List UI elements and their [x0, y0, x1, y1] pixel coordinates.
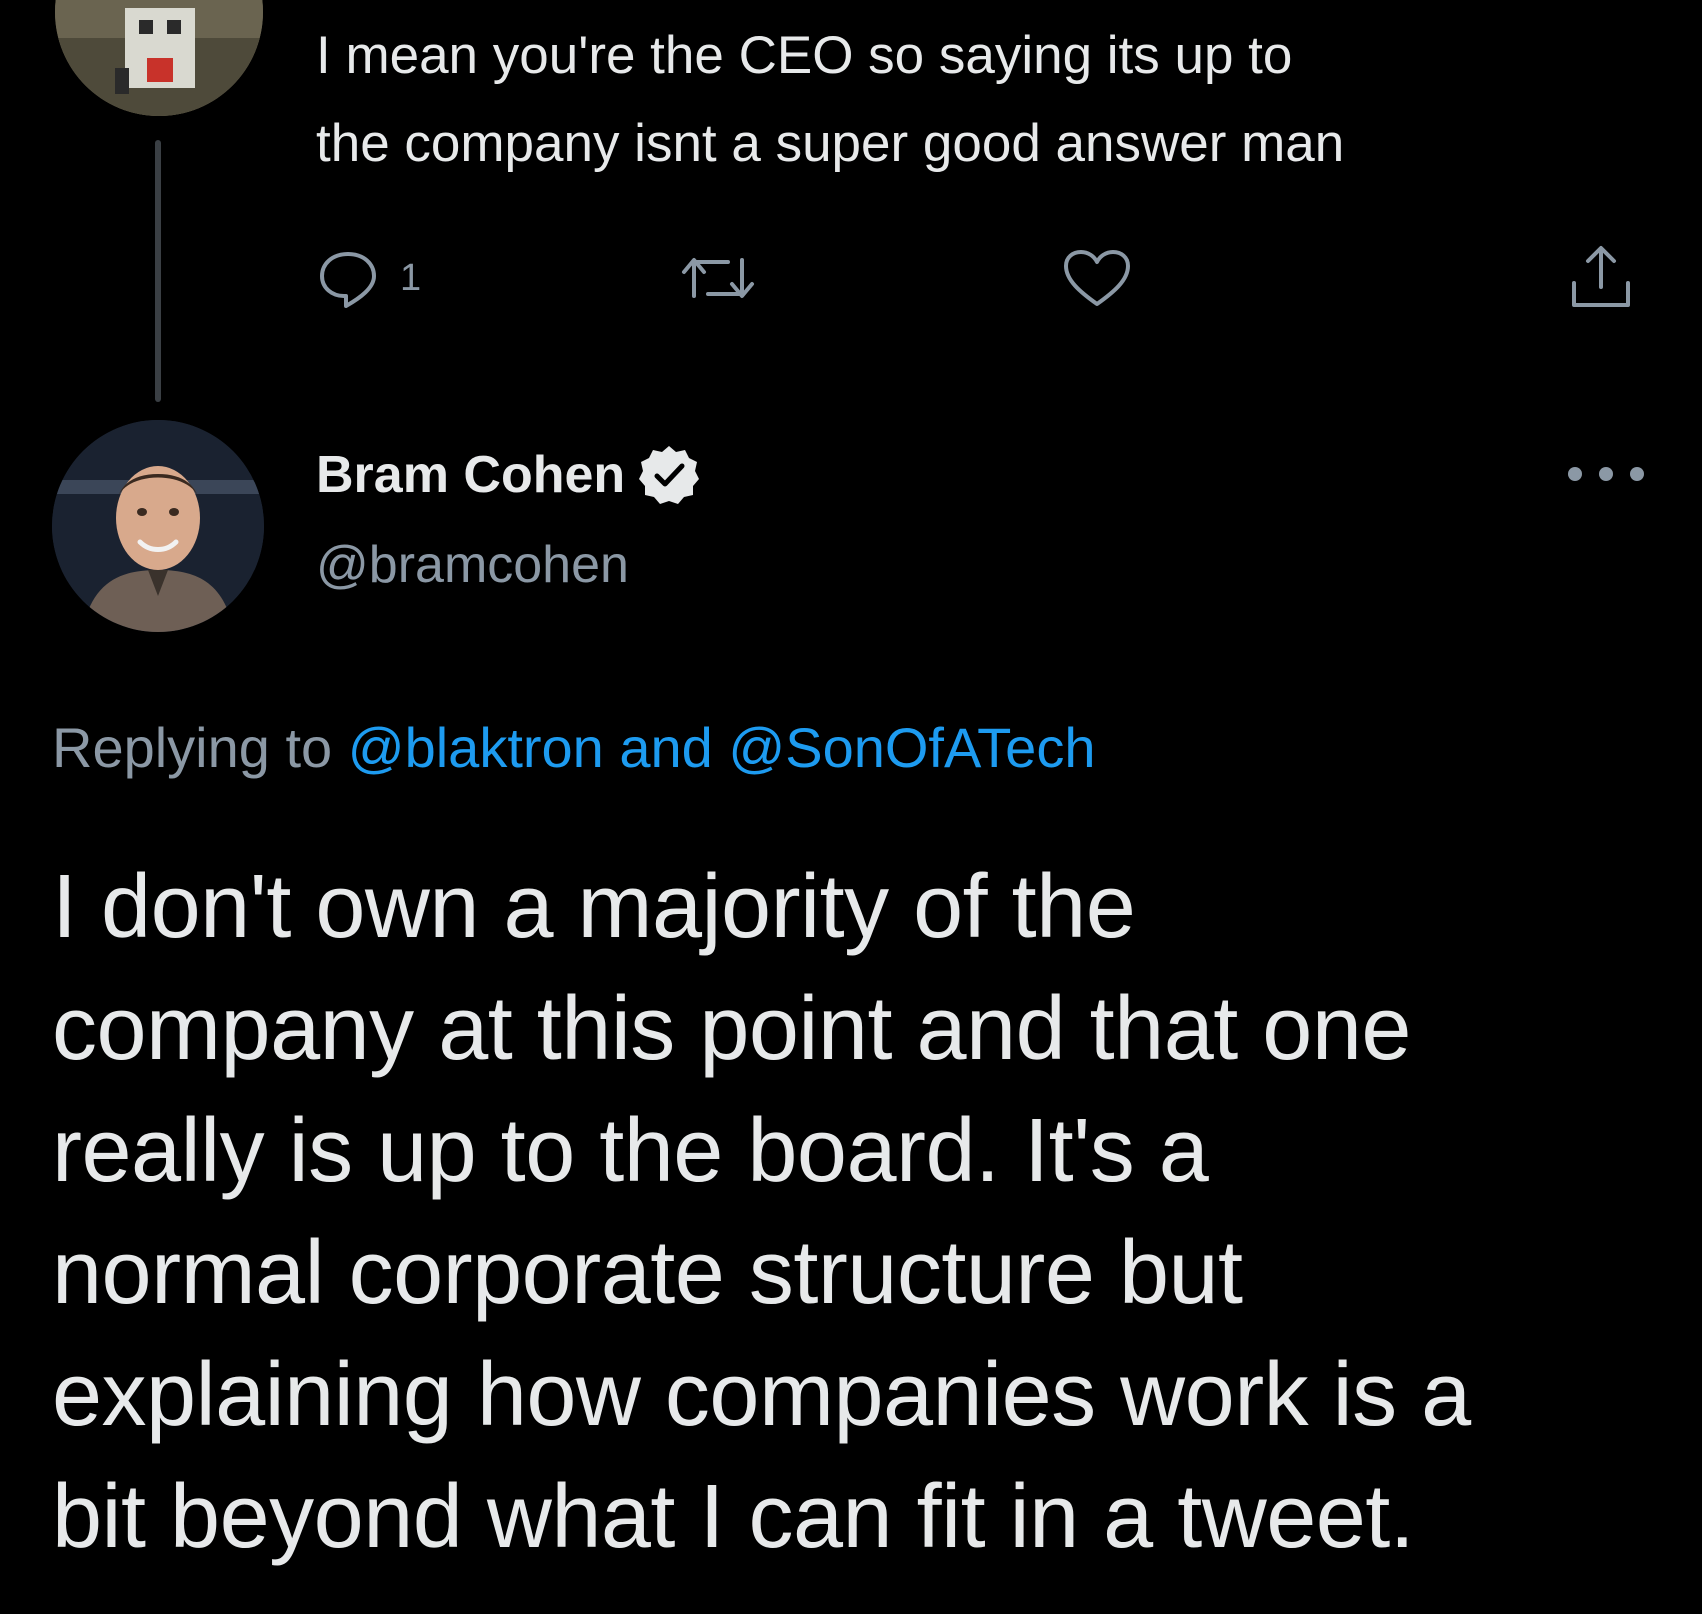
- thread-connector-line: [155, 140, 161, 402]
- mention-link-sonofatech[interactable]: @SonOfATech: [728, 716, 1095, 779]
- tweet-body-line: explaining how companies work is a: [52, 1345, 1471, 1445]
- tweet-body-line: I don't own a majority of the: [52, 857, 1136, 957]
- mention-link-blaktron[interactable]: @blaktron: [348, 716, 604, 779]
- more-options-icon: [1630, 467, 1644, 481]
- tweet-body-line: normal corporate structure but: [52, 1223, 1243, 1323]
- reply-count: 1: [400, 256, 422, 299]
- share-icon: [1572, 246, 1630, 307]
- heart-icon: [1064, 250, 1130, 306]
- author-name-row[interactable]: Bram Cohen: [316, 440, 701, 510]
- author-display-name[interactable]: Bram Cohen: [316, 445, 625, 505]
- tweet-body-line: bit beyond what I can fit in a tweet.: [52, 1467, 1415, 1567]
- tweet-body-line: company at this point and that one: [52, 979, 1411, 1079]
- previous-tweet-line: the company isnt a super good answer man: [316, 114, 1345, 173]
- reply-icon: [320, 252, 376, 308]
- user-avatar-icon: [55, 0, 263, 116]
- replying-joiner[interactable]: and: [604, 716, 729, 779]
- author-handle[interactable]: @bramcohen: [316, 530, 629, 600]
- previous-tweet-line: I mean you're the CEO so saying its up t…: [316, 26, 1293, 85]
- tweet-body-line: really is up to the board. It's a: [52, 1101, 1209, 1201]
- tweet-action-bar: 1: [316, 240, 1646, 316]
- more-options-button[interactable]: [1568, 452, 1644, 496]
- verified-badge-icon: [639, 446, 700, 504]
- previous-tweet-avatar[interactable]: [55, 0, 263, 116]
- replying-to-line: Replying to @blaktron and @SonOfATech: [52, 710, 1095, 786]
- tweet-body: I don't own a majority of the company at …: [52, 846, 1672, 1578]
- more-options-icon: [1599, 467, 1613, 481]
- author-avatar-icon: [52, 420, 264, 632]
- retweet-button[interactable]: [678, 240, 758, 316]
- reply-button[interactable]: 1: [316, 240, 421, 316]
- previous-tweet-text: I mean you're the CEO so saying its up t…: [316, 12, 1676, 188]
- author-avatar[interactable]: [52, 420, 264, 632]
- more-options-icon: [1568, 467, 1582, 481]
- share-button[interactable]: [1566, 240, 1636, 316]
- retweet-icon: [682, 258, 754, 298]
- replying-to-prefix: Replying to: [52, 716, 348, 779]
- like-button[interactable]: [1060, 240, 1134, 316]
